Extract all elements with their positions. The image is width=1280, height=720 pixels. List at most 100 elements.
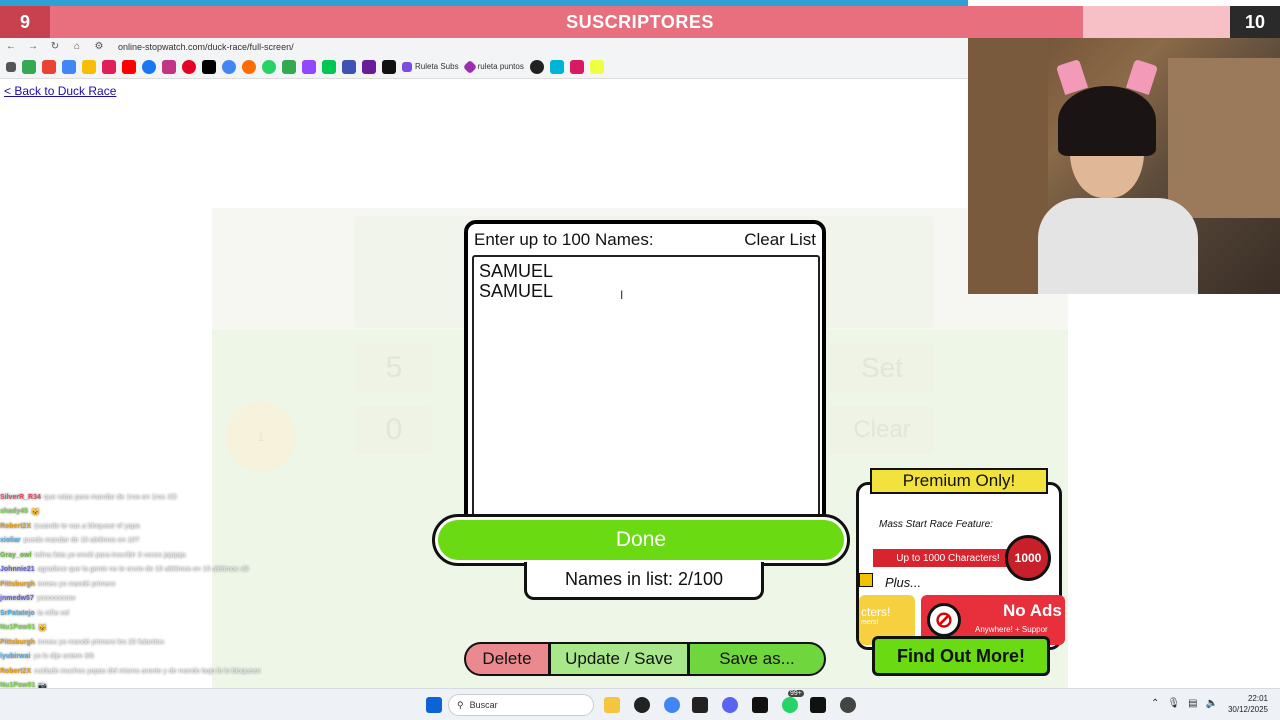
no-entry-icon: ⊘	[927, 603, 961, 637]
bookmark-icon[interactable]	[382, 59, 396, 74]
file-explorer-icon[interactable]	[604, 697, 620, 713]
chat-message: Johnnie21 agradece que la gente no te env…	[0, 563, 300, 578]
clear-list-button[interactable]: Clear List	[744, 230, 816, 250]
chat-username: SrPatatejo	[0, 609, 35, 617]
bookmark-icon[interactable]	[102, 59, 116, 74]
wardrobe-shape	[968, 38, 1048, 294]
bookmarks-bar: Ruleta Subs ruleta puntos	[0, 55, 968, 79]
microphone-icon[interactable]: 🎙	[1167, 698, 1180, 709]
update-save-button[interactable]: Update / Save	[549, 642, 689, 676]
notion-icon[interactable]	[810, 697, 826, 713]
premium-feature-label: Mass Start Race Feature:	[879, 519, 993, 530]
shelf-shape	[1168, 58, 1280, 218]
chat-text: agradece que la gente no te envio de 10 …	[37, 566, 249, 574]
bookmark-icon[interactable]	[62, 59, 76, 74]
system-tray: ⌃ 🎙 ▤ 🔈	[1151, 698, 1218, 709]
forward-arrow-icon[interactable]: →	[22, 41, 44, 52]
premium-tile-text: cters!	[861, 605, 891, 619]
find-out-more-button[interactable]: Find Out More!	[872, 636, 1050, 676]
discord-icon[interactable]	[722, 697, 738, 713]
chat-message: SrPatatejo la niña vel	[0, 606, 300, 621]
pinterest-icon[interactable]	[182, 59, 196, 74]
names-count: Names in list: 2/100	[524, 562, 764, 600]
whatsapp-icon[interactable]	[782, 697, 798, 713]
youtube-icon[interactable]	[122, 59, 136, 74]
chat-username: Pittsburgh	[0, 580, 35, 588]
chat-text: yooooooooo	[36, 595, 76, 603]
chatgpt-icon[interactable]	[634, 697, 650, 713]
premium-card: Mass Start Race Feature: Up to 1000 Char…	[856, 482, 1065, 650]
maps-icon[interactable]	[282, 59, 296, 74]
subscriber-progress-remaining	[1083, 6, 1230, 38]
kick-icon[interactable]	[322, 59, 336, 74]
facebook-icon[interactable]	[142, 59, 156, 74]
chat-username: Nu1Pow01	[0, 624, 36, 632]
back-to-duck-race-link[interactable]: < Back to Duck Race	[4, 84, 116, 98]
done-button[interactable]: Done	[432, 514, 850, 566]
chat-username: Gray_owl	[0, 551, 32, 559]
premium-tile-subtext: mers!	[861, 619, 879, 626]
ghost-set-button: Set	[830, 344, 934, 392]
taskbar-search-box[interactable]: ⚲ Buscar	[448, 694, 594, 716]
premium-panel: Mass Start Race Feature: Up to 1000 Char…	[856, 468, 1065, 682]
chat-message: Robert2X (cuando te vas a bloquear el yap…	[0, 519, 300, 534]
clock-date: 30/12/2025	[1227, 705, 1268, 714]
save-as-button[interactable]: Save as...	[688, 642, 826, 676]
bookmark-ruleta-puntos[interactable]: ruleta puntos	[462, 59, 524, 74]
ghost-clear-button: Clear	[830, 406, 934, 454]
bookmark-icon[interactable]	[569, 59, 584, 74]
bookmark-icon[interactable]	[222, 59, 236, 74]
whatsapp-icon[interactable]	[262, 59, 276, 74]
bookmark-icon[interactable]	[242, 59, 256, 74]
bookmark-icon[interactable]	[362, 59, 376, 74]
names-entry-modal: Enter up to 100 Names: Clear List SAMUEL…	[464, 220, 826, 550]
volume-icon[interactable]: 🔈	[1206, 698, 1218, 709]
bookmark-icon[interactable]	[589, 59, 604, 74]
chat-text: inmeu yo mandé primero los 20 fulanitos	[38, 638, 165, 646]
app-icon[interactable]	[840, 697, 856, 713]
chat-message: xioliar puedo mandar de 10 alelimos en 10…	[0, 534, 300, 549]
person-hair-shape	[1058, 86, 1156, 156]
chat-username: xioliar	[0, 537, 21, 545]
taskbar-clock[interactable]: 22:01 30/12/2025	[1228, 693, 1268, 715]
notion-icon[interactable]	[752, 697, 768, 713]
drive-icon[interactable]	[22, 59, 36, 74]
bookmark-icon[interactable]	[342, 59, 356, 74]
chevron-up-icon[interactable]: ⌃	[1151, 698, 1159, 709]
delete-button[interactable]: Delete	[464, 642, 550, 676]
home-icon[interactable]: ⌂	[66, 41, 88, 52]
bookmark-icon[interactable]	[82, 59, 96, 74]
chat-message: jnmedw57 yooooooooo	[0, 592, 300, 607]
site-info-icon[interactable]: ⚙	[88, 41, 110, 52]
modal-heading: Enter up to 100 Names:	[474, 230, 654, 249]
bookmark-icon[interactable]	[549, 59, 564, 74]
search-icon: ⚲	[457, 699, 464, 710]
chat-message: Nu1Pow01 🐱	[0, 621, 300, 636]
chat-username: Robert2X	[0, 522, 32, 530]
network-icon[interactable]: ▤	[1188, 698, 1197, 709]
subscriber-goal-title: SUSCRIPTORES	[566, 11, 714, 32]
subscriber-goal-count: 10	[1230, 6, 1280, 38]
bookmark-icon[interactable]	[529, 59, 544, 74]
gmail-icon[interactable]	[42, 59, 56, 74]
bookmark-label: ruleta puntos	[477, 62, 524, 71]
bookmark-ruleta-subs[interactable]: Ruleta Subs	[402, 61, 459, 72]
reload-icon[interactable]: ↻	[44, 41, 66, 52]
windows-start-icon[interactable]	[426, 697, 442, 713]
chat-message: Pittsburgh inmeu yo mandé primero los 20 …	[0, 635, 300, 650]
names-textarea[interactable]: SAMUEL SAMUEL I	[472, 255, 820, 517]
browser-address-row: ← → ↻ ⌂ ⚙ online-stopwatch.com/duck-race…	[0, 38, 968, 55]
chrome-icon[interactable]	[664, 697, 680, 713]
twitch-icon[interactable]	[302, 59, 316, 74]
instagram-icon[interactable]	[162, 59, 176, 74]
address-bar-url[interactable]: online-stopwatch.com/duck-race/full-scre…	[118, 42, 294, 52]
tiktok-icon[interactable]	[202, 59, 216, 74]
chat-username: Pittsburgh	[0, 638, 35, 646]
capcut-icon[interactable]	[692, 697, 708, 713]
chat-text: inmeu yo mandé primero	[38, 580, 116, 588]
apps-grid-icon[interactable]	[6, 61, 16, 72]
modal-header: Enter up to 100 Names: Clear List	[474, 228, 816, 252]
back-arrow-icon[interactable]: ←	[0, 41, 22, 52]
name-line: SAMUEL	[479, 281, 554, 301]
chat-username: SilverR_R34	[0, 493, 41, 501]
